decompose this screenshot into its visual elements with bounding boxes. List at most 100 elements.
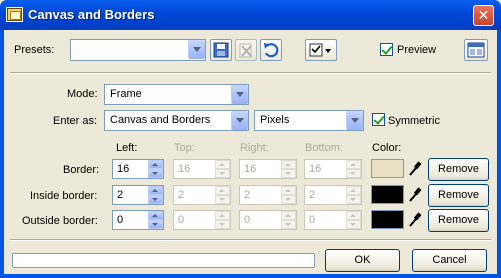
- border-left-spinner[interactable]: 16: [112, 159, 164, 179]
- inside-border-label: Inside border:: [30, 190, 98, 202]
- border-remove-button[interactable]: Remove: [428, 158, 489, 181]
- spin-up-icon: [215, 186, 230, 195]
- col-bottom-label: Bottom:: [305, 142, 343, 154]
- preview-checkbox[interactable]: [380, 43, 393, 56]
- spin-down-icon: [281, 169, 296, 178]
- enter-as-select[interactable]: Canvas and Borders: [104, 110, 249, 131]
- chevron-down-icon[interactable]: [231, 85, 248, 104]
- spin-down-icon: [215, 195, 230, 204]
- save-preset-button[interactable]: [210, 39, 232, 61]
- inside-right-spinner: 2: [239, 185, 297, 205]
- presets-label: Presets:: [14, 44, 55, 56]
- border-right-value: 16: [244, 163, 257, 175]
- window-layout-icon: [467, 42, 485, 58]
- spin-up-icon: [346, 186, 361, 195]
- spin-up-icon[interactable]: [148, 186, 163, 195]
- options-menu-button[interactable]: [305, 39, 337, 61]
- separator-bottom: [10, 239, 491, 241]
- mode-label: Mode:: [67, 88, 98, 100]
- symmetric-checkbox[interactable]: [372, 113, 385, 126]
- spin-down-icon: [281, 195, 296, 204]
- inside-top-value: 2: [178, 189, 185, 201]
- col-top-label: Top:: [174, 142, 195, 154]
- spin-down-icon: [215, 220, 230, 229]
- reset-button[interactable]: [260, 39, 282, 61]
- layout-toggle-button[interactable]: [464, 39, 488, 61]
- border-label: Border:: [63, 164, 100, 176]
- outside-remove-button[interactable]: Remove: [428, 209, 489, 232]
- chevron-down-icon[interactable]: [231, 111, 248, 130]
- outside-left-value: 0: [117, 214, 124, 226]
- symmetric-label: Symmetric: [388, 115, 440, 127]
- inside-left-spinner[interactable]: 2: [112, 185, 164, 205]
- outside-top-value: 0: [178, 214, 185, 226]
- mode-value: Frame: [110, 88, 142, 100]
- border-top-spinner: 16: [173, 159, 231, 179]
- inside-top-spinner: 2: [173, 185, 231, 205]
- col-color-label: Color:: [372, 142, 402, 154]
- window-title: Canvas and Borders: [28, 7, 155, 22]
- spin-down-icon: [281, 220, 296, 229]
- delete-icon: [239, 43, 252, 58]
- enter-as-value: Canvas and Borders: [110, 114, 211, 126]
- eyedropper-icon[interactable]: [408, 187, 422, 203]
- spin-down-icon[interactable]: [148, 169, 163, 178]
- spin-up-icon: [281, 160, 296, 169]
- inside-left-value: 2: [117, 189, 124, 201]
- units-select[interactable]: Pixels: [254, 110, 364, 131]
- chevron-down-icon[interactable]: [346, 111, 363, 130]
- outside-bottom-spinner: 0: [304, 210, 362, 230]
- col-left-label: Left:: [116, 142, 138, 154]
- spin-down-icon: [346, 169, 361, 178]
- inside-right-value: 2: [244, 189, 251, 201]
- mode-select[interactable]: Frame: [104, 84, 249, 105]
- outside-border-label: Outside border:: [22, 215, 98, 227]
- outside-right-spinner: 0: [239, 210, 297, 230]
- spin-down-icon: [346, 195, 361, 204]
- eyedropper-icon[interactable]: [408, 212, 422, 228]
- border-bottom-spinner: 16: [304, 159, 362, 179]
- spin-down-icon: [346, 220, 361, 229]
- cancel-button[interactable]: Cancel: [412, 249, 487, 272]
- progress-bar: [12, 253, 315, 268]
- chevron-down-icon[interactable]: [188, 40, 205, 59]
- border-color-swatch[interactable]: [371, 159, 404, 178]
- delete-preset-button[interactable]: [235, 39, 257, 61]
- inside-bottom-spinner: 2: [304, 185, 362, 205]
- ok-button[interactable]: OK: [325, 249, 400, 272]
- spin-down-icon[interactable]: [148, 220, 163, 229]
- title-bar[interactable]: Canvas and Borders ✕: [0, 0, 501, 30]
- eyedropper-icon[interactable]: [408, 161, 422, 177]
- border-right-spinner: 16: [239, 159, 297, 179]
- preview-label: Preview: [397, 44, 437, 56]
- inside-bottom-value: 2: [309, 189, 316, 201]
- border-top-value: 16: [178, 163, 191, 175]
- spin-up-icon: [215, 211, 230, 220]
- save-icon: [213, 42, 229, 58]
- presets-combo[interactable]: [70, 39, 206, 61]
- spin-up-icon: [281, 211, 296, 220]
- undo-icon: [264, 43, 279, 58]
- inside-color-swatch[interactable]: [371, 185, 404, 204]
- options-menu-icon: [309, 43, 331, 57]
- outside-left-spinner[interactable]: 0: [112, 210, 164, 230]
- spin-up-icon[interactable]: [148, 211, 163, 220]
- spin-up-icon: [346, 211, 361, 220]
- outside-top-spinner: 0: [173, 210, 231, 230]
- col-right-label: Right:: [240, 142, 269, 154]
- spin-up-icon[interactable]: [148, 160, 163, 169]
- spin-up-icon: [346, 160, 361, 169]
- units-value: Pixels: [260, 114, 290, 126]
- separator-top: [10, 72, 491, 74]
- outside-right-value: 0: [244, 214, 251, 226]
- spin-down-icon[interactable]: [148, 195, 163, 204]
- outside-color-swatch[interactable]: [371, 210, 404, 229]
- close-button[interactable]: ✕: [473, 5, 494, 26]
- canvas-app-icon: [6, 7, 23, 22]
- border-left-value: 16: [117, 163, 130, 175]
- enter-as-label: Enter as:: [53, 115, 98, 127]
- dialog-window: Canvas and Borders ✕ Presets: Preview Mo…: [0, 0, 501, 278]
- border-bottom-value: 16: [309, 163, 322, 175]
- inside-remove-button[interactable]: Remove: [428, 184, 489, 207]
- spin-up-icon: [281, 186, 296, 195]
